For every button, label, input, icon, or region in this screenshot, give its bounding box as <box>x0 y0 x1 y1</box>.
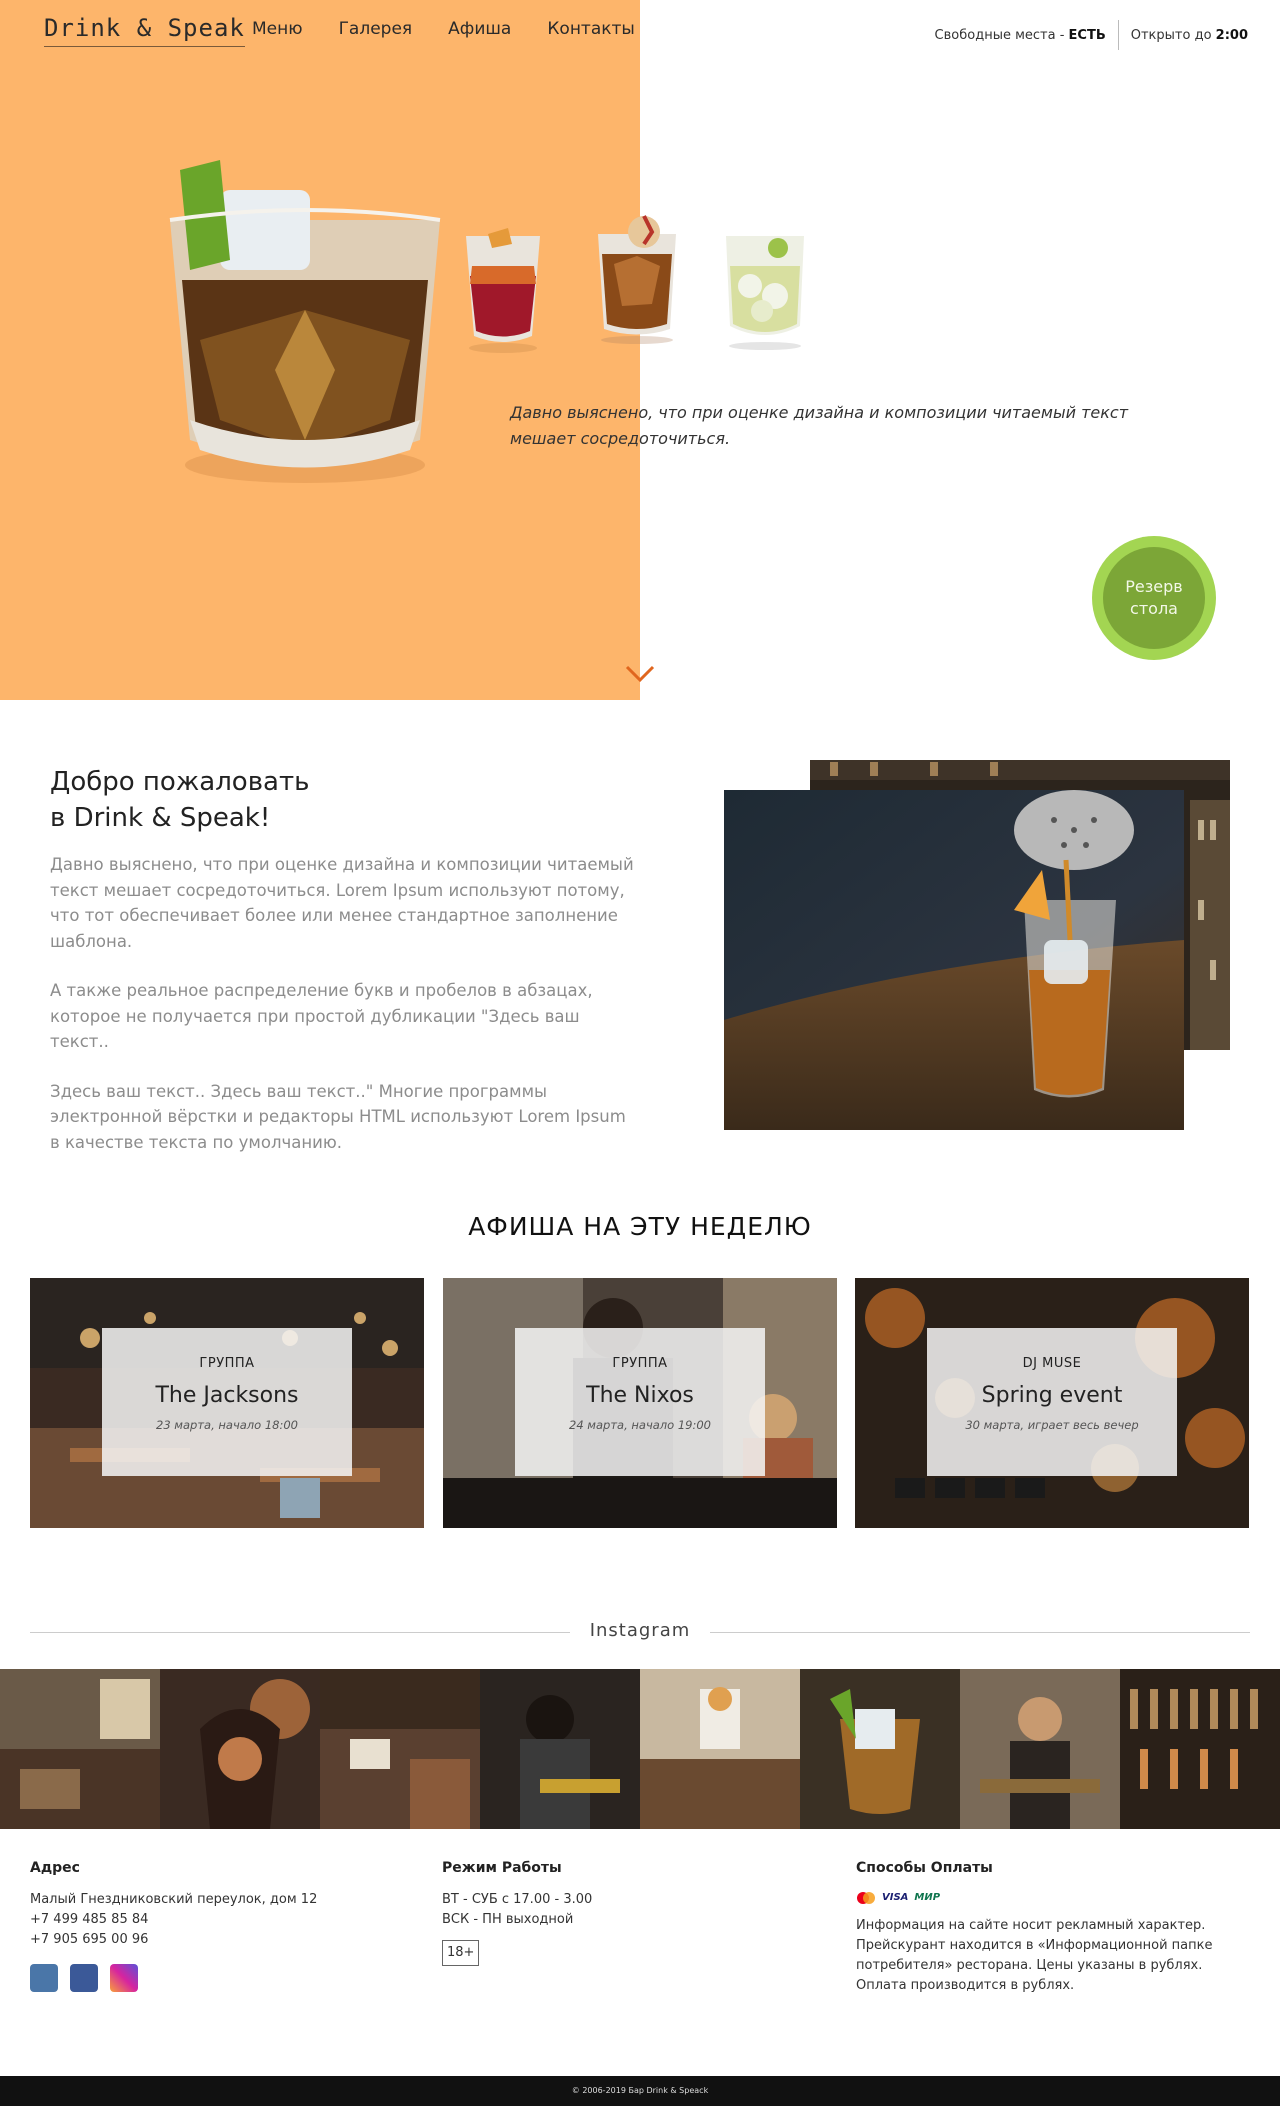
event-kind: DJ MUSE <box>1022 1356 1082 1371</box>
welcome-title-line2: в Drink & Speak! <box>50 803 271 833</box>
welcome-text: Давно выяснено, что при оценке дизайна и… <box>50 852 640 1179</box>
address-text: Малый Гнездниковский переулок, дом 12 <box>30 1892 318 1907</box>
hero-section: Drink & Speak Меню Галерея Афиша Контакт… <box>0 0 1280 700</box>
instagram-photo[interactable] <box>480 1669 640 1829</box>
mastercard-icon <box>857 1892 875 1904</box>
small-cocktail-lime-image <box>726 236 804 350</box>
instagram-photo[interactable] <box>0 1669 160 1829</box>
phone-1[interactable]: +7 499 485 85 84 <box>30 1910 410 1930</box>
instagram-photo[interactable] <box>960 1669 1120 1829</box>
event-info: ГРУППА The Jacksons 23 марта, начало 18:… <box>102 1328 352 1476</box>
social-links <box>30 1964 410 1992</box>
instagram-photo[interactable] <box>320 1669 480 1829</box>
small-cocktail-amber-image <box>598 215 676 344</box>
event-card[interactable]: ГРУППА The Jacksons 23 марта, начало 18:… <box>30 1278 424 1528</box>
visa-icon: VISA <box>882 1892 909 1903</box>
footer-payment-title: Способы Оплаты <box>856 1860 993 1876</box>
event-card[interactable]: ГРУППА The Nixos 24 марта, начало 19:00 <box>443 1278 837 1528</box>
nav-contacts[interactable]: Контакты <box>547 19 635 39</box>
event-date: 23 марта, начало 18:00 <box>156 1418 298 1432</box>
instagram-photo[interactable] <box>640 1669 800 1829</box>
nav-afisha[interactable]: Афиша <box>448 19 511 39</box>
welcome-paragraph: Здесь ваш текст.. Здесь ваш текст.." Мно… <box>50 1081 626 1152</box>
main-nav: Меню Галерея Афиша Контакты <box>252 19 635 39</box>
footer-hours: Режим Работы ВТ - СУБ с 17.00 - 3.00 ВСК… <box>442 1858 802 1966</box>
event-card[interactable]: DJ MUSE Spring event 30 марта, играет ве… <box>855 1278 1249 1528</box>
free-seats: Свободные места - ЕСТЬ <box>934 27 1106 43</box>
instagram-feed <box>0 1669 1280 1829</box>
welcome-paragraph: Давно выяснено, что при оценке дизайна и… <box>50 855 634 951</box>
footer-address-title: Адрес <box>30 1860 80 1876</box>
event-date: 24 марта, начало 19:00 <box>569 1418 711 1432</box>
footer-address: Адрес Малый Гнездниковский переулок, дом… <box>30 1858 410 1992</box>
instagram-photo[interactable] <box>800 1669 960 1829</box>
reserve-table-button[interactable]: Резерв стола <box>1092 536 1216 660</box>
afisha-title: АФИША НА ЭТУ НЕДЕЛЮ <box>468 1212 812 1241</box>
big-cocktail-image <box>169 160 441 483</box>
payment-icons: VISA МИР <box>856 1888 1236 1908</box>
event-name: Spring event <box>981 1383 1123 1408</box>
age-restriction-badge: 18+ <box>442 1940 480 1966</box>
nav-gallery[interactable]: Галерея <box>339 19 413 39</box>
top-info-divider <box>1117 20 1119 50</box>
instagram-photo[interactable] <box>1120 1669 1280 1829</box>
event-kind: ГРУППА <box>199 1356 255 1371</box>
nav-menu[interactable]: Меню <box>252 19 303 39</box>
vk-icon[interactable] <box>30 1964 58 1992</box>
instagram-icon[interactable] <box>110 1964 138 1992</box>
event-date: 30 марта, играет весь вечер <box>965 1418 1139 1432</box>
payment-info: Информация на сайте носит рекламный хара… <box>856 1918 1213 1993</box>
welcome-title-line1: Добро пожаловать <box>50 767 310 797</box>
site-logo[interactable]: Drink & Speak <box>44 14 245 47</box>
open-until: Открыто до 2:00 <box>1130 27 1248 43</box>
event-name: The Jacksons <box>155 1383 299 1408</box>
hours-weekdays: ВТ - СУБ с 17.00 - 3.00 <box>442 1892 593 1907</box>
copyright-bar: © 2006-2019 Бар Drink & Speack <box>0 2076 1280 2106</box>
footer-hours-title: Режим Работы <box>442 1860 562 1876</box>
scroll-down-chevron-icon[interactable] <box>624 664 656 684</box>
event-name: The Nixos <box>586 1383 694 1408</box>
pouring-drink-photo <box>724 790 1184 1130</box>
small-cocktail-red-image <box>466 228 540 353</box>
instagram-title: Instagram <box>589 1620 691 1641</box>
event-kind: ГРУППА <box>612 1356 668 1371</box>
hours-weekend: ВСК - ПН выходной <box>442 1912 574 1927</box>
mir-icon: МИР <box>914 1892 941 1903</box>
footer-payment: Способы Оплаты VISA МИР Информация на са… <box>856 1858 1236 1996</box>
welcome-paragraph: А также реальное распределение букв и пр… <box>50 981 593 1051</box>
instagram-photo[interactable] <box>160 1669 320 1829</box>
event-info: ГРУППА The Nixos 24 марта, начало 19:00 <box>515 1328 765 1476</box>
event-info: DJ MUSE Spring event 30 марта, играет ве… <box>927 1328 1177 1476</box>
facebook-icon[interactable] <box>70 1964 98 1992</box>
welcome-title: Добро пожаловать в Drink & Speak! <box>50 764 610 836</box>
phone-2[interactable]: +7 905 695 00 96 <box>30 1930 410 1950</box>
reserve-table-label: Резерв стола <box>1103 547 1205 649</box>
hero-tagline: Давно выяснено, что при оценке дизайна и… <box>510 403 1129 448</box>
top-info: Свободные места - ЕСТЬ Открыто до 2:00 <box>935 20 1248 50</box>
